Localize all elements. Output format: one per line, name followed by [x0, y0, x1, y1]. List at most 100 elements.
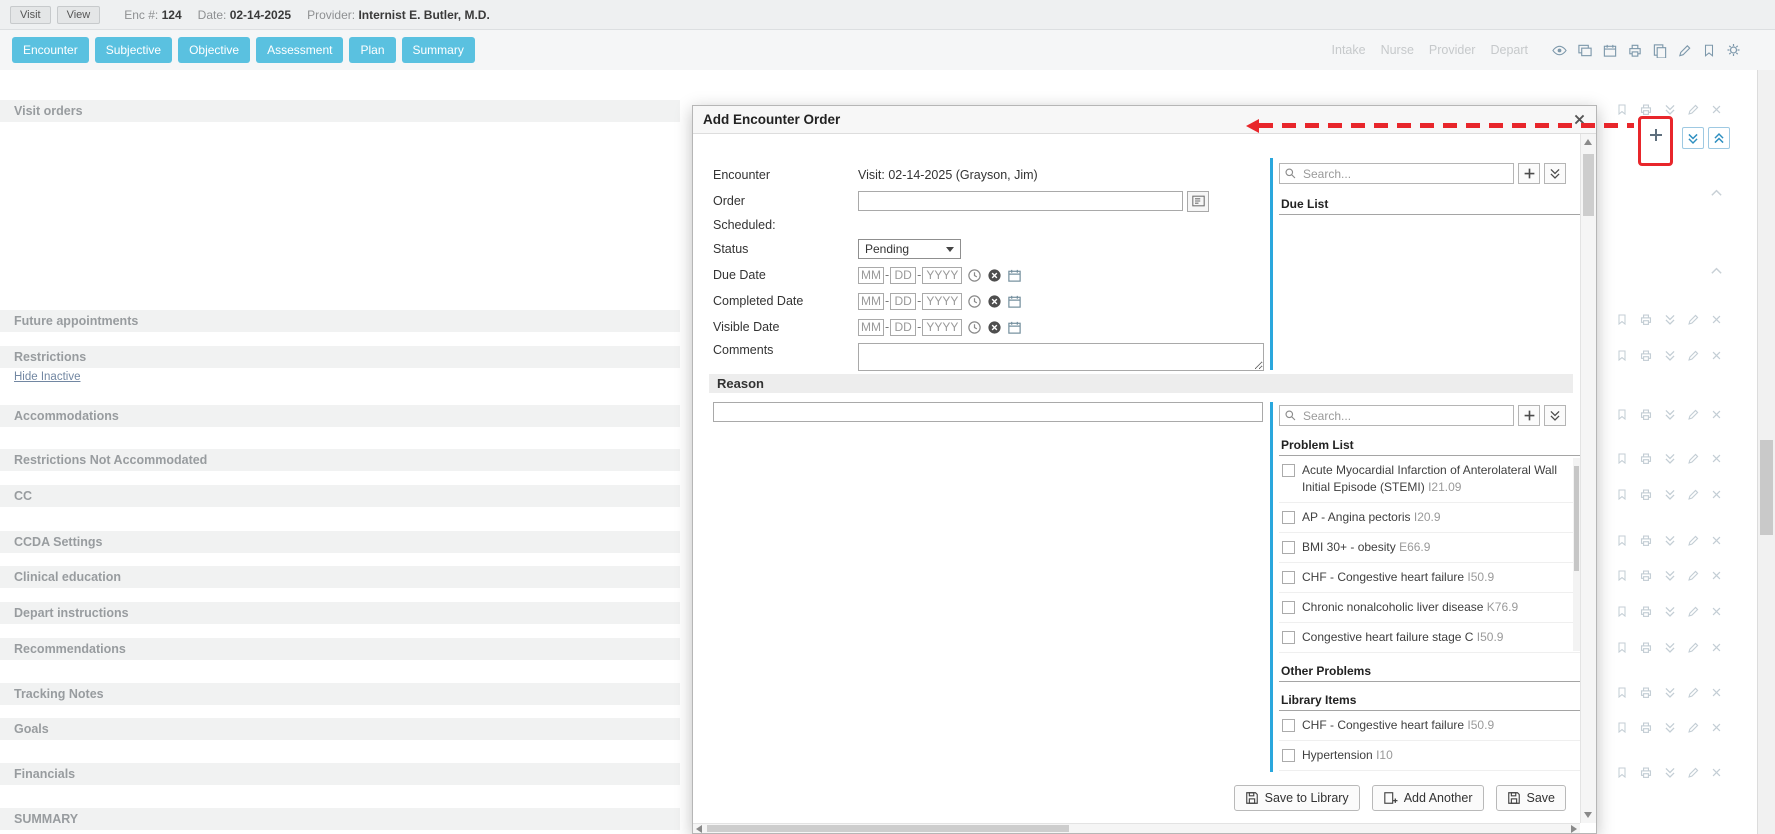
problem-list-item[interactable]: BMI 30+ - obesity E66.9 — [1279, 533, 1580, 563]
due-date-yyyy[interactable] — [922, 267, 962, 284]
bookmark-icon[interactable] — [1616, 721, 1628, 734]
pencil-icon[interactable] — [1687, 534, 1700, 547]
library-list-item[interactable]: CHF - Congestive heart failure I50.9 — [1279, 711, 1580, 741]
chevron-double-down-icon[interactable] — [1664, 488, 1676, 501]
calendar-icon[interactable] — [1007, 294, 1022, 309]
pencil-icon[interactable] — [1687, 103, 1700, 116]
expand-problem-list-button[interactable] — [1544, 405, 1566, 426]
close-icon[interactable] — [1711, 767, 1722, 778]
clear-date-icon[interactable] — [987, 294, 1002, 309]
printer-icon[interactable] — [1639, 103, 1653, 116]
close-icon[interactable] — [1711, 409, 1722, 420]
problem-checkbox[interactable] — [1282, 511, 1295, 524]
close-icon[interactable] — [1711, 687, 1722, 698]
bookmark-icon[interactable] — [1616, 534, 1628, 547]
completed-date-mm[interactable] — [858, 293, 884, 310]
printer-icon[interactable] — [1639, 605, 1653, 618]
close-icon[interactable] — [1711, 489, 1722, 500]
pencil-icon[interactable] — [1687, 313, 1700, 326]
bookmark-icon[interactable] — [1616, 452, 1628, 465]
printer-icon[interactable] — [1639, 349, 1653, 362]
calendar-icon[interactable] — [1007, 320, 1022, 335]
save-button[interactable]: Save — [1496, 785, 1567, 811]
clear-date-icon[interactable] — [987, 268, 1002, 283]
modal-horizontal-scrollbar[interactable] — [693, 823, 1580, 833]
printer-icon[interactable] — [1639, 721, 1653, 734]
order-input[interactable] — [858, 191, 1183, 211]
save-to-library-button[interactable]: Save to Library — [1234, 785, 1360, 811]
scroll-down-arrow[interactable] — [1584, 812, 1592, 818]
chevron-double-down-icon[interactable] — [1664, 686, 1676, 699]
printer-icon[interactable] — [1639, 452, 1653, 465]
pencil-icon[interactable] — [1687, 721, 1700, 734]
expand-all-button[interactable] — [1682, 127, 1704, 149]
pencil-icon[interactable] — [1687, 349, 1700, 362]
visible-date-yyyy[interactable] — [922, 319, 962, 336]
add-another-button[interactable]: Add Another — [1372, 785, 1484, 811]
bookmark-icon[interactable] — [1616, 408, 1628, 421]
library-item-checkbox[interactable] — [1282, 749, 1295, 762]
problem-list-item[interactable]: Acute Myocardial Infarction of Anterolat… — [1279, 456, 1580, 503]
problem-list-item[interactable]: CHF - Congestive heart failure I50.9 — [1279, 563, 1580, 593]
chevron-double-down-icon[interactable] — [1664, 641, 1676, 654]
close-icon[interactable] — [1711, 606, 1722, 617]
library-list-item[interactable]: Hypertension I10 — [1279, 741, 1580, 771]
status-select[interactable]: Pending — [858, 239, 961, 259]
bookmark-icon[interactable] — [1616, 641, 1628, 654]
due-date-mm[interactable] — [858, 267, 884, 284]
chevron-double-down-icon[interactable] — [1664, 569, 1676, 582]
visible-date-mm[interactable] — [858, 319, 884, 336]
pencil-icon[interactable] — [1687, 686, 1700, 699]
printer-icon[interactable] — [1639, 641, 1653, 654]
chevron-double-down-icon[interactable] — [1664, 452, 1676, 465]
order-lookup-button[interactable] — [1187, 191, 1209, 212]
bookmark-icon[interactable] — [1616, 349, 1628, 362]
printer-icon[interactable] — [1639, 534, 1653, 547]
comments-textarea[interactable] — [858, 343, 1264, 371]
add-due-item-button[interactable] — [1518, 163, 1540, 184]
collapse-all-button[interactable] — [1708, 127, 1730, 149]
problem-checkbox[interactable] — [1282, 541, 1295, 554]
printer-icon[interactable] — [1639, 569, 1653, 582]
close-icon[interactable] — [1711, 535, 1722, 546]
scroll-right-arrow[interactable] — [1571, 825, 1577, 833]
due-date-dd[interactable] — [890, 267, 916, 284]
clock-icon[interactable] — [967, 320, 982, 335]
problem-search-input[interactable] — [1301, 408, 1509, 424]
chevron-double-down-icon[interactable] — [1664, 408, 1676, 421]
visible-date-dd[interactable] — [890, 319, 916, 336]
problem-checkbox[interactable] — [1282, 571, 1295, 584]
calendar-icon[interactable] — [1007, 268, 1022, 283]
scroll-left-arrow[interactable] — [696, 825, 702, 833]
problem-checkbox[interactable] — [1282, 464, 1295, 477]
chevron-double-down-icon[interactable] — [1664, 103, 1676, 116]
bookmark-icon[interactable] — [1616, 686, 1628, 699]
pencil-icon[interactable] — [1687, 488, 1700, 501]
pencil-icon[interactable] — [1687, 408, 1700, 421]
due-search-box[interactable] — [1279, 163, 1514, 184]
scrollbar-thumb[interactable] — [1574, 466, 1579, 571]
modal-vertical-scrollbar[interactable] — [1580, 134, 1596, 823]
chevron-double-down-icon[interactable] — [1664, 721, 1676, 734]
bookmark-icon[interactable] — [1616, 766, 1628, 779]
chevron-double-down-icon[interactable] — [1664, 605, 1676, 618]
pencil-icon[interactable] — [1687, 569, 1700, 582]
expand-due-list-button[interactable] — [1544, 163, 1566, 184]
clear-date-icon[interactable] — [987, 320, 1002, 335]
library-item-checkbox[interactable] — [1282, 719, 1295, 732]
hide-inactive-link[interactable]: Hide Inactive — [14, 371, 80, 383]
problem-list-item[interactable]: AP - Angina pectoris I20.9 — [1279, 503, 1580, 533]
pencil-icon[interactable] — [1687, 766, 1700, 779]
close-icon[interactable] — [1711, 104, 1722, 115]
add-order-button[interactable] — [1644, 123, 1668, 147]
scrollbar-thumb[interactable] — [707, 825, 1069, 832]
pencil-icon[interactable] — [1687, 452, 1700, 465]
close-icon[interactable] — [1573, 113, 1586, 126]
close-icon[interactable] — [1711, 453, 1722, 464]
problem-list-scrollbar[interactable] — [1573, 458, 1580, 651]
pencil-icon[interactable] — [1687, 641, 1700, 654]
collapse-caret-icon[interactable] — [1710, 266, 1723, 275]
bookmark-icon[interactable] — [1616, 103, 1628, 116]
collapse-caret-icon[interactable] — [1710, 188, 1723, 197]
pencil-icon[interactable] — [1687, 605, 1700, 618]
